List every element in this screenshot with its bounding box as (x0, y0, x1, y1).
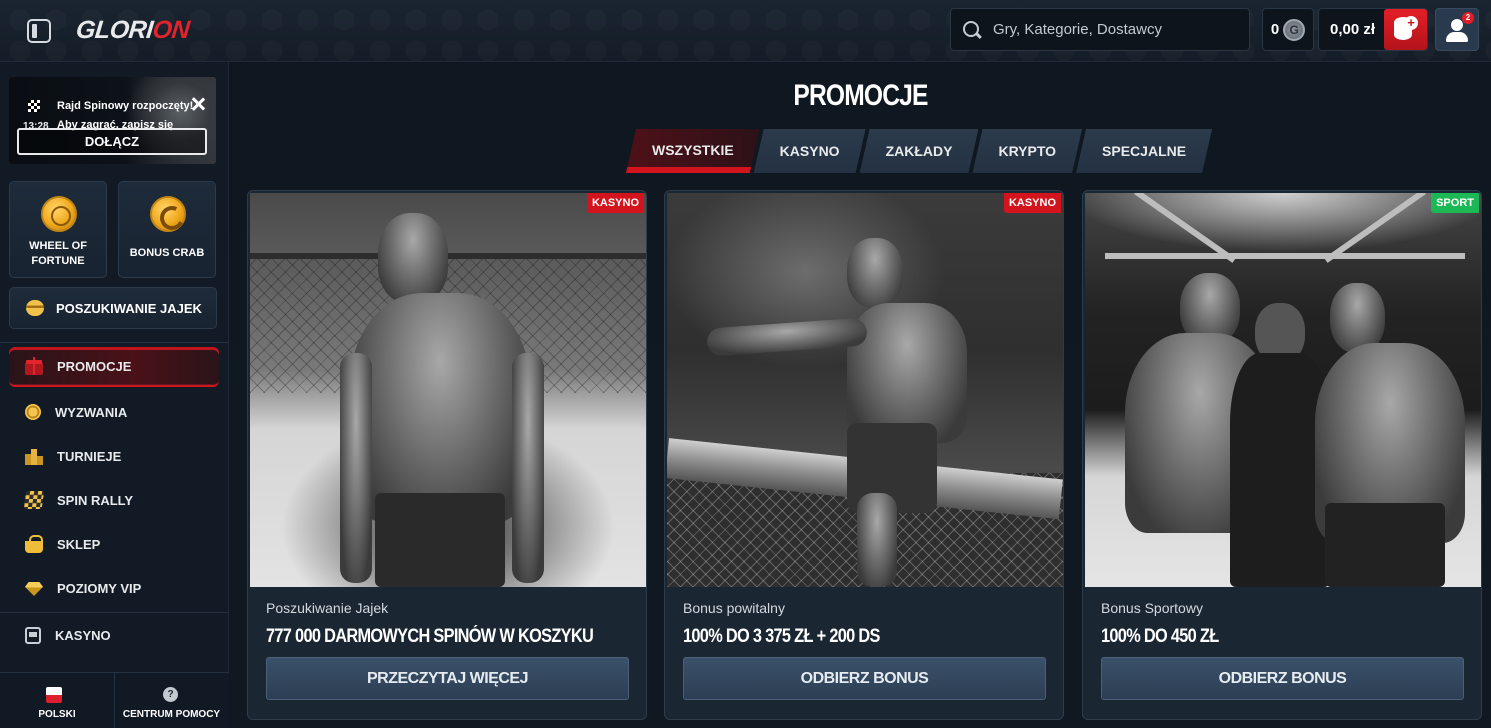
sidebar-item-label: SKLEP (57, 536, 101, 552)
promo-filter-tabs: WSZYSTKIE KASYNO ZAKŁADY KRYPTO SPECJALN… (626, 129, 1206, 173)
search-icon (961, 19, 983, 41)
top-header: GLORION 0 G 0,00 zł + 2 (0, 0, 1491, 62)
poland-flag-icon (46, 687, 62, 703)
divider (0, 612, 229, 613)
sidebar-item-label: WYZWANIA (55, 404, 128, 420)
read-more-button[interactable]: PRZECZYTAJ WIĘCEJ (266, 657, 629, 700)
promo-headline: 777 000 DARMOWYCH SPINÓW W KOSZYKU (266, 626, 594, 647)
spin-rally-notification: 13:28 Rajd Spinowy rozpoczęty! Aby zagra… (9, 77, 216, 164)
claim-bonus-button[interactable]: ODBIERZ BONUS (683, 657, 1046, 700)
podium-icon (25, 447, 43, 465)
promo-card: KASYNO Poszukiwanie Jajek 777 000 DARMOW… (247, 190, 647, 720)
promo-headline: 100% DO 450 ZŁ (1101, 626, 1219, 647)
divider (0, 342, 229, 343)
sidebar-item-label: SPIN RALLY (57, 492, 134, 508)
notification-title: Rajd Spinowy rozpoczęty! (57, 100, 194, 112)
sidebar-toggle-icon[interactable] (27, 19, 51, 43)
tile-label: WHEEL OF (29, 240, 87, 252)
crab-coin-icon (150, 196, 186, 232)
wheel-of-fortune-tile[interactable]: WHEEL OF FORTUNE (9, 181, 107, 278)
logo[interactable]: GLORION (74, 16, 191, 46)
promo-card: KASYNO Bonus powitalny 100% DO 3 375 ZŁ … (664, 190, 1064, 720)
search-input[interactable] (993, 21, 1233, 38)
sidebar-item-sklep[interactable]: SKLEP (9, 524, 219, 564)
promo-subtitle: Bonus Sportowy (1101, 600, 1203, 616)
category-badge: KASYNO (1003, 193, 1061, 213)
sidebar-item-kasyno[interactable]: KASYNO (9, 615, 219, 655)
promo-subtitle: Bonus powitalny (683, 600, 785, 616)
egg-icon (26, 300, 44, 316)
medal-icon (25, 404, 41, 420)
sidebar-item-label: POZIOMY VIP (57, 580, 142, 596)
notification-badge: 2 (1462, 12, 1474, 24)
coins-balance[interactable]: 0 G (1262, 8, 1314, 51)
g-coin-icon: G (1283, 18, 1306, 41)
language-label: POLSKI (38, 709, 76, 720)
sidebar-item-promocje[interactable]: PROMOCJE (9, 347, 219, 387)
tab-kasyno[interactable]: KASYNO (754, 129, 866, 173)
promo-headline: 100% DO 3 375 ZŁ + 200 DS (683, 626, 880, 647)
sidebar-item-label: PROMOCJE (57, 358, 132, 374)
tab-wszystkie[interactable]: WSZYSTKIE (626, 129, 760, 173)
help-center-link[interactable]: ? CENTRUM POMOCY (114, 673, 228, 728)
logo-text-right: ON (151, 16, 191, 44)
egg-hunt-label: POSZUKIWANIE JAJEK (56, 300, 202, 316)
diamond-icon (25, 582, 43, 596)
search-box[interactable] (950, 8, 1250, 51)
tab-specjalne[interactable]: SPECJALNE (1076, 129, 1212, 173)
sidebar-item-turnieje[interactable]: TURNIEJE (9, 436, 219, 476)
page-title: PROMOCJE (793, 79, 928, 112)
slot-machine-icon (25, 626, 41, 644)
logo-text-left: GLORI (74, 16, 155, 44)
sidebar-item-wyzwania[interactable]: WYZWANIA (9, 392, 219, 432)
user-account-button[interactable]: 2 (1435, 8, 1479, 51)
category-badge: SPORT (1431, 193, 1479, 213)
coins-value: 0 (1270, 21, 1280, 38)
sidebar-item-spin-rally[interactable]: SPIN RALLY (9, 480, 219, 520)
bonus-crab-tile[interactable]: BONUS CRAB (118, 181, 216, 278)
help-label: CENTRUM POMOCY (122, 709, 221, 720)
tab-krypto[interactable]: KRYPTO (972, 129, 1082, 173)
join-button[interactable]: DOŁĄCZ (17, 128, 207, 155)
close-icon[interactable] (190, 96, 206, 112)
sidebar: 13:28 Rajd Spinowy rozpoczęty! Aby zagra… (0, 62, 229, 728)
sidebar-item-label: KASYNO (55, 627, 111, 643)
tab-zaklady[interactable]: ZAKŁADY (860, 129, 979, 173)
shopping-bag-icon (25, 535, 43, 553)
checkered-flag-icon (23, 491, 45, 509)
egg-hunt-button[interactable]: POSZUKIWANIE JAJEK (9, 287, 217, 329)
checkered-flag-icon (28, 100, 40, 112)
promo-card: SPORT Bonus Sportowy 100% DO 450 ZŁ ODBI… (1082, 190, 1482, 720)
tile-label: BONUS CRAB (129, 247, 205, 259)
tile-label: FORTUNE (31, 255, 85, 267)
promo-image[interactable] (1085, 193, 1481, 587)
wheel-coin-icon (41, 196, 77, 232)
main-content: PROMOCJE WSZYSTKIE KASYNO ZAKŁADY KRYPTO… (230, 63, 1491, 728)
plus-icon: + (1404, 16, 1418, 30)
language-selector[interactable]: POLSKI (0, 673, 114, 728)
balance-value: 0,00 zł (1330, 21, 1376, 38)
sidebar-item-label: TURNIEJE (57, 448, 122, 464)
promo-subtitle: Poszukiwanie Jajek (266, 600, 389, 616)
sidebar-item-poziomy-vip[interactable]: POZIOMY VIP (9, 568, 219, 608)
promo-image[interactable] (250, 193, 646, 587)
sidebar-footer: POLSKI ? CENTRUM POMOCY (0, 672, 229, 728)
category-badge: KASYNO (586, 193, 644, 213)
user-icon (1451, 19, 1463, 31)
promo-image[interactable] (667, 193, 1063, 587)
deposit-button[interactable]: + (1384, 9, 1427, 50)
gift-icon (25, 357, 43, 375)
help-icon: ? (163, 687, 178, 702)
claim-bonus-button[interactable]: ODBIERZ BONUS (1101, 657, 1464, 700)
